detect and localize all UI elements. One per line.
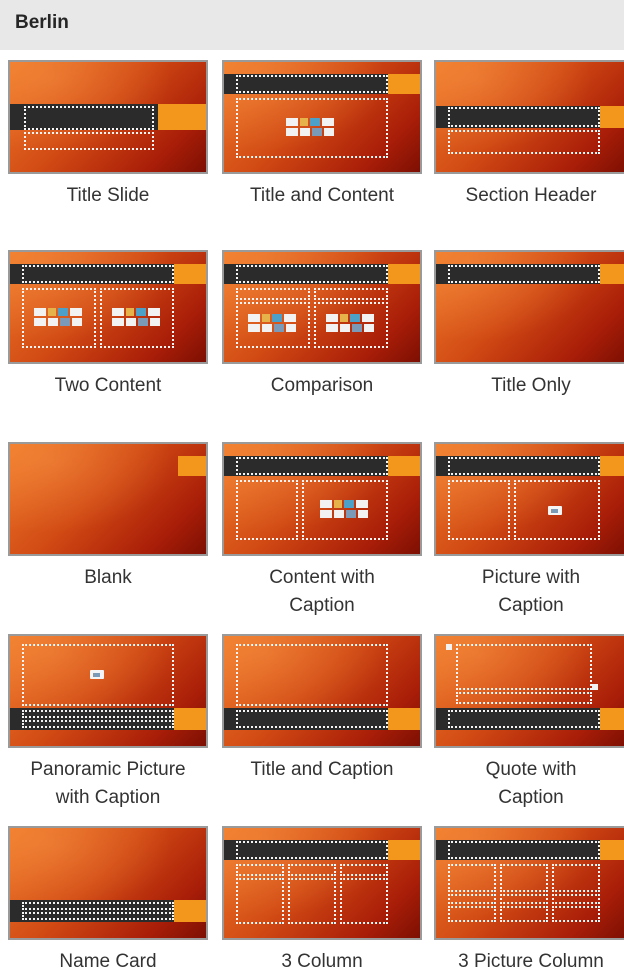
picture-icon [548, 506, 562, 515]
title-placeholder [236, 75, 388, 93]
title-placeholder [22, 710, 174, 718]
layout-thumbnail [8, 442, 208, 556]
layout-blank[interactable]: Blank [8, 442, 208, 592]
content-icons [320, 500, 372, 520]
section-title: Berlin [15, 12, 69, 33]
layout-label: Panoramic Picture with Caption [30, 759, 186, 808]
title-placeholder [236, 265, 388, 283]
content-icons [34, 308, 86, 328]
caption-3-heading [552, 894, 600, 904]
left-heading-placeholder [236, 288, 310, 300]
attribution-placeholder [456, 692, 592, 704]
layout-label: Title and Caption [250, 759, 394, 780]
caption-1-text [448, 906, 496, 922]
layout-3-column[interactable]: 3 Column [222, 826, 422, 976]
text-placeholder [448, 130, 600, 154]
title-placeholder [448, 265, 600, 283]
title-placeholder [236, 457, 388, 475]
layout-thumbnail [434, 634, 624, 748]
text-placeholder [448, 710, 600, 728]
layout-section-header[interactable]: Section Header [434, 60, 624, 210]
layout-label: 3 Column [281, 951, 363, 972]
text-placeholder [236, 710, 388, 728]
text-placeholder [22, 912, 174, 920]
layout-thumbnail [434, 442, 624, 556]
layout-label: 3 Picture Column [458, 951, 604, 972]
picture-1-placeholder [448, 864, 496, 892]
title-placeholder [448, 107, 600, 127]
column-1-heading [236, 864, 284, 876]
layout-thumbnail [222, 442, 422, 556]
layout-label: Name Card [59, 951, 157, 972]
content-icons [248, 314, 300, 334]
layout-3-picture-column[interactable]: 3 Picture Column [434, 826, 624, 976]
column-2-content [288, 878, 336, 924]
layout-label: Quote with Caption [485, 759, 577, 808]
layout-picture-with-caption[interactable]: Picture with Caption [434, 442, 624, 620]
layout-thumbnail [434, 826, 624, 940]
picture-icon [90, 670, 104, 679]
title-placeholder [24, 106, 154, 130]
layout-thumbnail [8, 634, 208, 748]
layout-thumbnail [222, 250, 422, 364]
caption-2-text [500, 906, 548, 922]
title-placeholder [22, 902, 174, 910]
caption-placeholder [448, 480, 510, 540]
layout-comparison[interactable]: Comparison [222, 250, 422, 400]
title-placeholder [236, 841, 388, 859]
title-placeholder [236, 644, 388, 706]
layout-two-content[interactable]: Two Content [8, 250, 208, 400]
layout-thumbnail [222, 60, 422, 174]
layout-label: Two Content [54, 375, 162, 396]
caption-2-heading [500, 894, 548, 904]
column-2-heading [288, 864, 336, 876]
layout-thumbnail [8, 250, 208, 364]
layout-thumbnail [434, 60, 624, 174]
layout-label: Title Only [491, 375, 571, 396]
layout-title-only[interactable]: Title Only [434, 250, 624, 400]
content-icons [112, 308, 164, 328]
layout-label: Comparison [270, 375, 374, 396]
caption-placeholder [22, 720, 174, 728]
layout-title-and-caption[interactable]: Title and Caption [222, 634, 422, 784]
layout-content-with-caption[interactable]: Content with Caption [222, 442, 422, 620]
title-placeholder [448, 841, 600, 859]
layout-panoramic-picture-with-caption[interactable]: Panoramic Picture with Caption [8, 634, 208, 812]
picture-2-placeholder [500, 864, 548, 892]
open-quote-icon [446, 644, 452, 650]
caption-1-heading [448, 894, 496, 904]
close-quote-icon [592, 684, 598, 690]
column-1-content [236, 878, 284, 924]
quote-placeholder [456, 644, 592, 690]
caption-placeholder [236, 480, 298, 540]
layout-thumbnail [222, 634, 422, 748]
content-icons [326, 314, 378, 334]
caption-3-text [552, 906, 600, 922]
layout-label: Picture with Caption [481, 567, 581, 616]
layout-thumbnail [8, 60, 208, 174]
layout-quote-with-caption[interactable]: Quote with Caption [434, 634, 624, 812]
layout-label: Section Header [465, 185, 597, 206]
content-icons [286, 118, 338, 138]
title-placeholder [448, 457, 600, 475]
layout-label: Title Slide [66, 185, 150, 206]
section-header: Berlin [0, 0, 624, 50]
layout-thumbnail [8, 826, 208, 940]
layout-title-and-content[interactable]: Title and Content [222, 60, 422, 210]
layout-thumbnail [434, 250, 624, 364]
right-heading-placeholder [314, 288, 388, 300]
subtitle-placeholder [24, 132, 154, 150]
picture-3-placeholder [552, 864, 600, 892]
layout-label: Content with Caption [269, 567, 375, 616]
column-3-heading [340, 864, 388, 876]
layout-thumbnail [222, 826, 422, 940]
column-3-content [340, 878, 388, 924]
layout-title-slide[interactable]: Title Slide [8, 60, 208, 210]
title-placeholder [22, 265, 174, 283]
layout-label: Title and Content [250, 185, 394, 206]
layout-name-card[interactable]: Name Card [8, 826, 208, 976]
layout-label: Blank [84, 567, 132, 588]
